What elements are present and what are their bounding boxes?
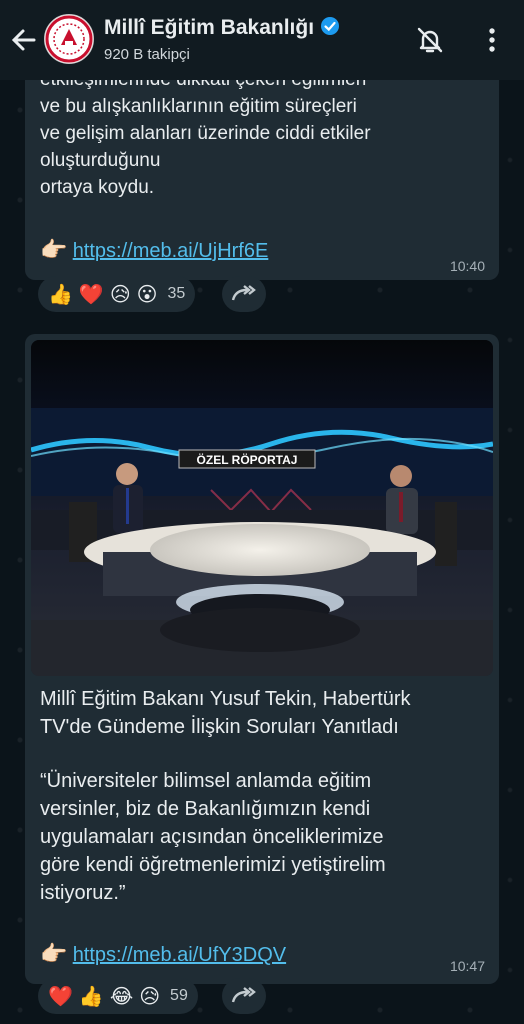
message-bubble-2[interactable]: ÖZEL RÖPORTAJ Millî Eğitim Bakanı Yusuf … bbox=[25, 334, 499, 984]
message-time: 10:47 bbox=[449, 958, 485, 974]
channel-title[interactable]: Millî Eğitim Bakanlığı bbox=[104, 16, 340, 40]
pointing-hand-emoji: 👉🏻 bbox=[40, 941, 68, 966]
reaction-emoji: 👍 bbox=[78, 985, 104, 1008]
message-link[interactable]: https://meb.ai/UfY3DQV bbox=[73, 944, 286, 966]
message-text-line: ortaya koydu. bbox=[40, 177, 155, 198]
pointing-hand-emoji: 👉🏻 bbox=[40, 237, 68, 262]
verified-badge-icon bbox=[321, 17, 340, 35]
message-time: 10:40 bbox=[449, 258, 485, 274]
channel-avatar[interactable] bbox=[44, 14, 94, 64]
message-link[interactable]: https://meb.ai/UjHrf6E bbox=[73, 240, 269, 262]
channel-header: Millî Eğitim Bakanlığı 920 B takipçi bbox=[0, 0, 524, 80]
headline-line-2: TV'de Gündeme İlişkin Soruları Yanıtladı bbox=[40, 716, 399, 738]
reaction-emoji: 😂 bbox=[109, 985, 134, 1008]
follower-count: 920 B takipçi bbox=[104, 46, 190, 63]
interview-photo[interactable]: ÖZEL RÖPORTAJ bbox=[31, 340, 493, 676]
bell-muted-icon[interactable] bbox=[414, 24, 446, 56]
reactions-bar[interactable]: 👍 ❤️ 😥 😮 35 bbox=[38, 276, 196, 312]
reaction-emoji: 😮 bbox=[136, 283, 158, 306]
reaction-emoji: 😥 bbox=[109, 283, 131, 306]
reactions-bar[interactable]: ❤️ 👍 😂 😥 59 bbox=[38, 978, 198, 1014]
forward-button[interactable] bbox=[222, 978, 266, 1014]
reaction-emoji: ❤️ bbox=[78, 283, 104, 306]
more-options-icon[interactable] bbox=[482, 24, 502, 56]
quote-line: istiyoruz.” bbox=[40, 882, 126, 904]
message-text-line: oluşturduğunu bbox=[40, 150, 161, 171]
quote-line: göre kendi öğretmenlerimizi yetiştirelim bbox=[40, 854, 386, 876]
forward-icon bbox=[231, 285, 256, 301]
reaction-emoji: ❤️ bbox=[48, 985, 73, 1008]
quote-line: versinler, biz de Bakanlığımızın kendi bbox=[40, 798, 371, 820]
forward-icon bbox=[231, 987, 256, 1003]
message-text-line: ve gelişim alanları üzerinde ciddi etkil… bbox=[40, 123, 371, 144]
meb-logo-icon bbox=[45, 15, 93, 63]
quote-line: uygulamaları açısından önceliklerimize bbox=[40, 826, 384, 848]
reaction-emoji: 👍 bbox=[48, 283, 73, 306]
forward-button[interactable] bbox=[222, 276, 266, 312]
reaction-emoji: 😥 bbox=[139, 985, 161, 1008]
back-arrow-icon[interactable] bbox=[8, 24, 40, 56]
channel-name: Millî Eğitim Bakanlığı bbox=[104, 16, 315, 39]
reaction-count: 59 bbox=[170, 987, 188, 1004]
message-text-line: ve bu alışkanlıklarının eğitim süreçleri bbox=[40, 96, 357, 117]
reaction-count: 35 bbox=[167, 285, 186, 302]
photo-banner-text: ÖZEL RÖPORTAJ bbox=[197, 452, 298, 467]
quote-line: “Üniversiteler bilimsel anlamda eğitim bbox=[40, 770, 372, 792]
headline-line-1: Millî Eğitim Bakanı Yusuf Tekin, Habertü… bbox=[40, 688, 411, 710]
